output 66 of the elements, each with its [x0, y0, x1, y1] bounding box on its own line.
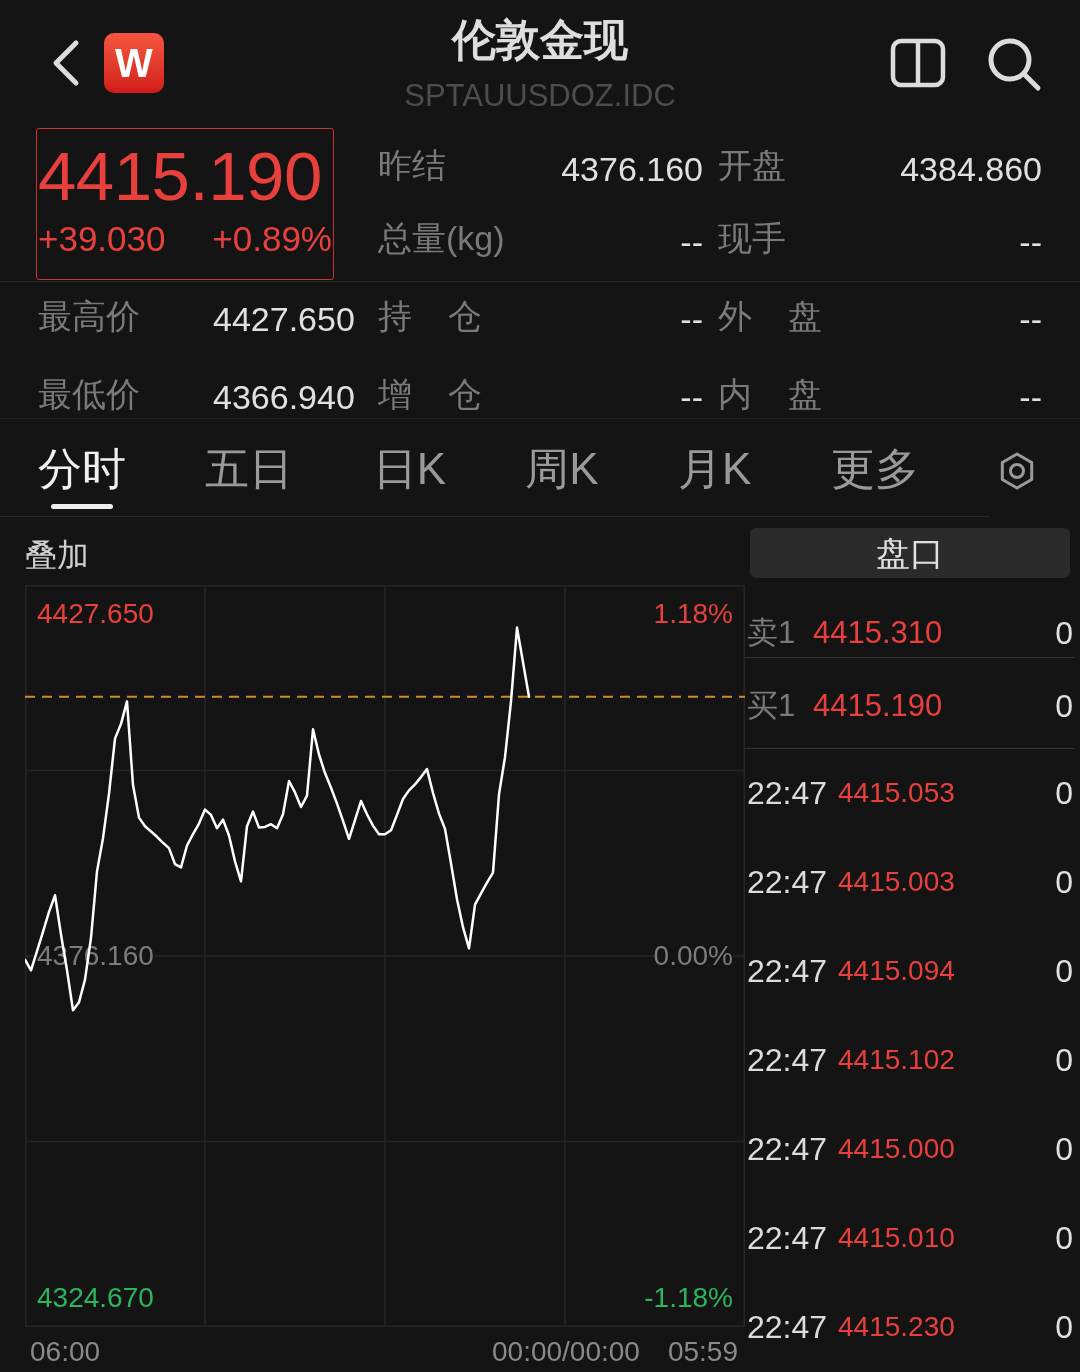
- stat-value: 4366.940: [213, 377, 355, 417]
- last-price: 4415.190: [37, 137, 323, 217]
- stat-label: 开盘: [718, 144, 786, 185]
- order-side: 卖1: [747, 614, 797, 652]
- percent-change: +0.89%: [212, 218, 332, 260]
- stat-label: 增 仓: [378, 374, 482, 414]
- stat-value: --: [1019, 377, 1042, 417]
- stat-label: 持 仓: [378, 296, 482, 336]
- page-title: 伦敦金现: [452, 14, 628, 66]
- chart-tab[interactable]: 月K: [677, 419, 752, 494]
- order-volume: 0: [1055, 687, 1073, 726]
- trade-time: 22:47: [747, 1041, 829, 1079]
- trade-time: 22:47: [747, 863, 829, 901]
- stat-value: --: [680, 221, 703, 262]
- trade-time: 22:47: [747, 1130, 829, 1168]
- stat-value: 4376.160: [561, 148, 703, 189]
- trade-price: 4415.000: [838, 1132, 955, 1166]
- trade-volume: 0: [1055, 1219, 1073, 1257]
- trade-price: 4415.094: [838, 954, 955, 988]
- trade-volume: 0: [1055, 1041, 1073, 1079]
- trade-volume: 0: [1055, 774, 1073, 812]
- stat-label: 最高价: [38, 296, 140, 336]
- trade-volume: 0: [1055, 1308, 1073, 1346]
- time-readout: 00:00/00:00: [492, 1335, 640, 1369]
- time-axis-label: 05:59: [667, 1335, 738, 1369]
- app-logo: W: [104, 33, 164, 93]
- order-price: 4415.190: [813, 687, 943, 726]
- search-icon[interactable]: [986, 36, 1042, 92]
- trade-time: 22:47: [747, 952, 829, 990]
- trade-price: 4415.102: [838, 1043, 955, 1077]
- order-price: 4415.310: [813, 614, 943, 652]
- trade-time: 22:47: [747, 1308, 829, 1346]
- trade-price: 4415.003: [838, 865, 955, 899]
- trade-price: 4415.053: [838, 776, 955, 810]
- order-book-button[interactable]: 盘口: [750, 528, 1070, 578]
- stat-label: 总量(kg): [378, 217, 505, 258]
- trade-time: 22:47: [747, 1219, 829, 1257]
- chart-tab[interactable]: 更多: [830, 419, 919, 494]
- time-axis-label: 06:00: [30, 1335, 101, 1369]
- chart-tab[interactable]: 分时: [38, 419, 126, 509]
- stat-label: 外 盘: [718, 296, 822, 336]
- stat-label: 现手: [718, 217, 786, 258]
- chart-tab[interactable]: 日K: [372, 419, 446, 494]
- chart-tab[interactable]: 周K: [525, 419, 599, 494]
- trade-price: 4415.230: [838, 1310, 955, 1344]
- stat-label: 昨结: [378, 144, 446, 185]
- stat-value: --: [1019, 221, 1042, 262]
- instrument-code: SPTAUUSDOZ.IDC: [404, 77, 676, 115]
- trade-volume: 0: [1055, 863, 1073, 901]
- trade-volume: 0: [1055, 1130, 1073, 1168]
- stat-value: 4384.860: [900, 148, 1042, 189]
- price-change: +39.030: [38, 218, 166, 260]
- stat-value: 4427.650: [213, 299, 355, 339]
- stat-value: --: [680, 299, 703, 339]
- trade-volume: 0: [1055, 952, 1073, 990]
- order-volume: 0: [1055, 614, 1073, 652]
- order-side: 买1: [747, 687, 797, 726]
- overlay-button[interactable]: 叠加: [25, 535, 89, 575]
- stat-label: 内 盘: [718, 374, 822, 414]
- trade-price: 4415.010: [838, 1221, 955, 1255]
- stat-value: --: [680, 377, 703, 417]
- stat-label: 最低价: [38, 374, 140, 414]
- trade-time: 22:47: [747, 774, 829, 812]
- stat-value: --: [1019, 299, 1042, 339]
- chart-tab[interactable]: 五日: [205, 419, 294, 494]
- split-view-icon[interactable]: [890, 36, 946, 90]
